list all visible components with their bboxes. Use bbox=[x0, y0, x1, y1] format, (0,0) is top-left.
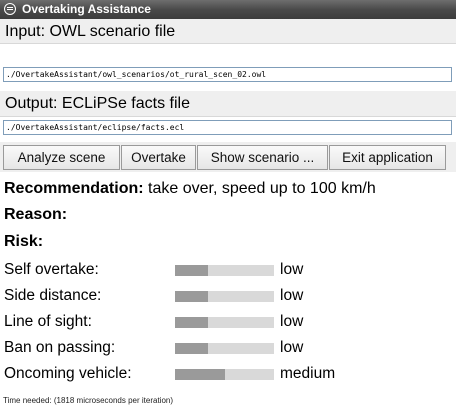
risk-level-fill bbox=[175, 291, 208, 302]
show-scenario-button[interactable]: Show scenario ... bbox=[197, 145, 328, 170]
exit-application-button[interactable]: Exit application bbox=[329, 145, 446, 170]
risk-row-label: Line of sight: bbox=[4, 313, 92, 330]
title-bar[interactable]: Overtaking Assistance bbox=[0, 0, 456, 19]
output-path-field[interactable]: ./OvertakeAssistant/eclipse/facts.ecl bbox=[3, 120, 452, 135]
analyze-scene-button[interactable]: Analyze scene bbox=[3, 145, 120, 170]
risk-level-bar bbox=[175, 265, 274, 276]
risk-row-label: Oncoming vehicle: bbox=[4, 365, 132, 382]
risk-level-bar bbox=[175, 291, 274, 302]
window-title: Overtaking Assistance bbox=[22, 2, 151, 16]
app-icon[interactable] bbox=[4, 3, 16, 15]
risk-row-label: Self overtake: bbox=[4, 261, 99, 278]
risk-row-value: low bbox=[280, 313, 304, 330]
risk-level-fill bbox=[175, 343, 208, 354]
risk-level-bar bbox=[175, 369, 274, 380]
risk-row-label: Ban on passing: bbox=[4, 339, 116, 356]
status-text: Time needed: (1818 microseconds per iter… bbox=[3, 396, 174, 405]
risk-row-label: Side distance: bbox=[4, 287, 102, 304]
output-heading: Output: ECLiPSe facts file bbox=[0, 91, 456, 117]
risk-label: Risk: bbox=[4, 233, 44, 250]
risk-row-value: low bbox=[280, 261, 304, 278]
risk-level-bar bbox=[175, 317, 274, 328]
toolbar: Analyze scene Overtake Show scenario ...… bbox=[0, 142, 456, 172]
overtake-button[interactable]: Overtake bbox=[121, 145, 196, 170]
input-heading: Input: OWL scenario file bbox=[0, 19, 456, 44]
risk-row-value: low bbox=[280, 339, 304, 356]
risk: Risk: bbox=[4, 233, 43, 251]
reason-label: Reason: bbox=[4, 206, 68, 223]
reason: Reason: bbox=[4, 206, 67, 224]
risk-level-fill bbox=[175, 265, 208, 276]
recommendation: Recommendation: take over, speed up to 1… bbox=[4, 180, 376, 198]
recommendation-text: take over, speed up to 100 km/h bbox=[148, 180, 376, 197]
risk-row-value: medium bbox=[280, 365, 336, 382]
risk-level-bar bbox=[175, 343, 274, 354]
recommendation-label: Recommendation: bbox=[4, 180, 144, 197]
risk-level-fill bbox=[175, 369, 225, 380]
input-path-field[interactable]: ./OvertakeAssistant/owl_scenarios/ot_rur… bbox=[3, 67, 452, 82]
risk-row-value: low bbox=[280, 287, 304, 304]
risk-level-fill bbox=[175, 317, 208, 328]
